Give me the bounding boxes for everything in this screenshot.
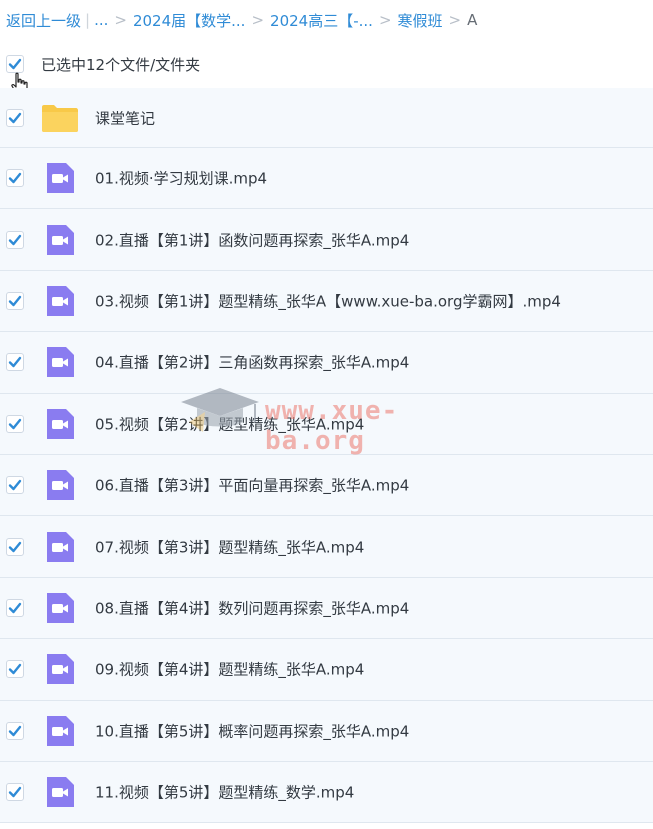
select-all-checkbox[interactable] <box>6 55 24 73</box>
breadcrumb-item-3[interactable]: 寒假班 <box>398 10 443 31</box>
file-name: 10.直播【第5讲】概率问题再探索_张华A.mp4 <box>95 722 410 741</box>
check-icon <box>8 418 22 429</box>
file-name: 02.直播【第1讲】函数问题再探索_张华A.mp4 <box>95 231 410 250</box>
file-checkbox[interactable] <box>6 476 24 495</box>
file-checkbox[interactable] <box>6 291 24 310</box>
breadcrumb-current: A <box>467 11 478 29</box>
folder-icon <box>42 102 78 134</box>
file-row[interactable]: 10.直播【第5讲】概率问题再探索_张华A.mp4 <box>0 700 653 762</box>
check-icon <box>8 479 22 491</box>
check-icon <box>8 58 22 70</box>
file-checkbox[interactable] <box>6 108 24 127</box>
file-name: 11.视频【第5讲】题型精练_数学.mp4 <box>95 783 355 802</box>
file-checkbox[interactable] <box>6 169 24 188</box>
file-row[interactable]: 01.视频·学习规划课.mp4 <box>0 148 653 210</box>
file-name: 06.直播【第3讲】平面向量再探索_张华A.mp4 <box>95 476 410 495</box>
file-name: 课堂笔记 <box>95 109 156 127</box>
video-file-icon <box>44 346 76 378</box>
file-row[interactable]: 05.视频【第2讲】题型精练_张华A.mp4 <box>0 393 653 455</box>
file-name: 05.视频【第2讲】题型精练_张华A.mp4 <box>95 415 365 434</box>
file-name: 03.视频【第1讲】题型精练_张华A【www.xue-ba.org学霸网】.mp… <box>95 292 561 311</box>
file-list: 课堂笔记 01.视频·学习规划课.mp4 02.直播【第1讲】函数问题再探索_张华A… <box>0 88 653 824</box>
video-file-icon <box>44 224 76 256</box>
chevron-right-icon: > <box>378 11 392 29</box>
breadcrumb-item-1[interactable]: 2024届【数学... <box>133 10 245 31</box>
file-name: 08.直播【第4讲】数列问题再探索_张华A.mp4 <box>95 599 410 618</box>
selection-count-label: 已选中12个文件/文件夹 <box>41 55 201 74</box>
video-file-icon <box>44 531 76 563</box>
video-file-icon <box>44 162 76 194</box>
breadcrumb-divider: | <box>85 11 91 29</box>
file-row[interactable]: 11.视频【第5讲】题型精练_数学.mp4 <box>0 761 653 824</box>
file-checkbox[interactable] <box>6 230 24 249</box>
file-name: 07.视频【第3讲】题型精练_张华A.mp4 <box>95 538 365 557</box>
file-row[interactable]: 03.视频【第1讲】题型精练_张华A【www.xue-ba.org学霸网】.mp… <box>0 270 653 333</box>
file-checkbox[interactable] <box>6 660 24 679</box>
check-icon <box>8 786 22 798</box>
video-file-icon <box>44 469 76 501</box>
file-checkbox[interactable] <box>6 783 24 802</box>
check-icon <box>8 725 22 736</box>
video-file-icon <box>44 592 76 624</box>
video-file-icon <box>44 408 76 440</box>
video-file-icon <box>44 653 76 685</box>
check-icon <box>8 172 22 184</box>
chevron-right-icon: > <box>251 11 265 29</box>
video-file-icon <box>44 715 76 747</box>
file-checkbox[interactable] <box>6 598 24 617</box>
file-checkbox[interactable] <box>6 414 24 433</box>
video-file-icon <box>44 776 76 808</box>
file-row[interactable]: 06.直播【第3讲】平面向量再探索_张华A.mp4 <box>0 454 653 517</box>
file-row[interactable]: 课堂笔记 <box>0 88 653 148</box>
check-icon <box>8 112 22 123</box>
check-icon <box>8 234 22 245</box>
file-row[interactable]: 08.直播【第4讲】数列问题再探索_张华A.mp4 <box>0 577 653 640</box>
chevron-right-icon: > <box>114 11 127 29</box>
video-file-icon <box>44 285 76 317</box>
breadcrumb: 返回上一级 | ... > 2024届【数学... > 2024高三【-... … <box>0 0 653 40</box>
file-browser: 返回上一级 | ... > 2024届【数学... > 2024高三【-... … <box>0 0 653 829</box>
file-name: 01.视频·学习规划课.mp4 <box>95 169 268 188</box>
file-checkbox[interactable] <box>6 537 24 556</box>
file-row[interactable]: 04.直播【第2讲】三角函数再探索_张华A.mp4 <box>0 332 653 394</box>
chevron-right-icon: > <box>448 11 462 29</box>
check-icon <box>8 295 22 307</box>
check-icon <box>8 664 22 675</box>
file-name: 04.直播【第2讲】三角函数再探索_张华A.mp4 <box>95 353 410 372</box>
check-icon <box>8 541 22 552</box>
file-row[interactable]: 09.视频【第4讲】题型精练_张华A.mp4 <box>0 639 653 701</box>
breadcrumb-item-2[interactable]: 2024高三【-... <box>270 10 373 31</box>
file-row[interactable]: 07.视频【第3讲】题型精练_张华A.mp4 <box>0 516 653 578</box>
breadcrumb-ellipsis[interactable]: ... <box>94 11 108 29</box>
file-row[interactable]: 02.直播【第1讲】函数问题再探索_张华A.mp4 <box>0 209 653 271</box>
check-icon <box>8 357 22 368</box>
file-checkbox[interactable] <box>6 721 24 740</box>
file-checkbox[interactable] <box>6 353 24 372</box>
select-all-row: 已选中12个文件/文件夹 <box>0 44 653 84</box>
file-name: 09.视频【第4讲】题型精练_张华A.mp4 <box>95 660 365 679</box>
back-link[interactable]: 返回上一级 <box>6 10 81 31</box>
check-icon <box>8 602 22 614</box>
